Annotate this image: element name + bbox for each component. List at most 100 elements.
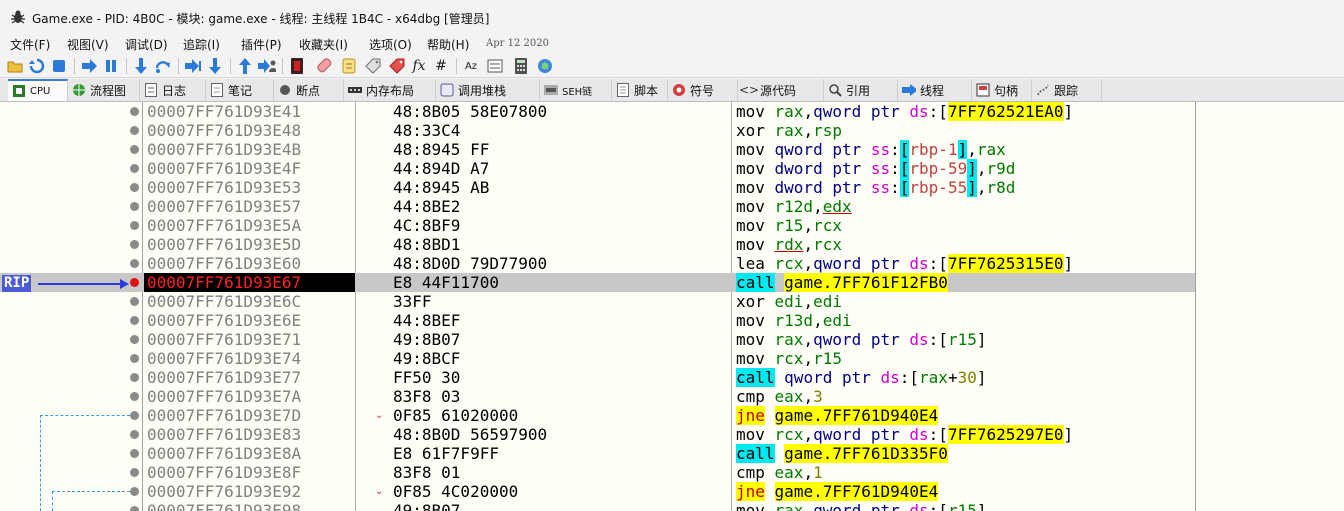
instruction-row[interactable]: 00007FF761D93E6C 33FF xor edi,edi [0, 292, 1195, 311]
breakpoint-marker[interactable] [130, 278, 139, 287]
menu-help[interactable]: 帮助(H) [427, 36, 469, 53]
step-over-icon[interactable] [154, 57, 172, 75]
instruction-address: 00007FF761D93E53 [147, 178, 302, 197]
disassembly-view[interactable]: 00007FF761D93E41 48:8B05 58E07800 mov rax,… [0, 102, 1344, 511]
menu-view[interactable]: 视图(V) [67, 36, 109, 53]
step-into-icon[interactable] [132, 57, 150, 75]
breakpoint-marker[interactable] [130, 506, 139, 511]
instruction-row[interactable]: 00007FF761D93E5D 48:8BD1 mov rdx,rcx [0, 235, 1195, 254]
breakpoint-marker[interactable] [130, 259, 139, 268]
instruction-row[interactable]: 00007FF761D93E5A 4C:8BF9 mov r15,rcx [0, 216, 1195, 235]
instruction-row[interactable]: 00007FF761D93E7D ⌄ 0F85 61020000 jne game.7… [0, 406, 1195, 425]
pause-icon[interactable] [102, 57, 120, 75]
breakpoint-marker[interactable] [130, 221, 139, 230]
breakpoint-marker[interactable] [130, 430, 139, 439]
comment-icon[interactable] [340, 57, 358, 75]
tab-log[interactable]: 日志 [140, 79, 206, 101]
trace-into-icon[interactable] [184, 57, 202, 75]
tab-script[interactable]: 脚本 [612, 79, 668, 101]
tab-label: 源代码 [760, 83, 797, 98]
instruction-disassembly: cmp eax,1 [736, 463, 823, 482]
instruction-row[interactable]: 00007FF761D93E41 48:8B05 58E07800 mov rax,… [0, 102, 1195, 121]
breakpoint-marker[interactable] [130, 468, 139, 477]
instruction-row[interactable]: 00007FF761D93E8A E8 61F7F9FF call game.7FF… [0, 444, 1195, 463]
open-icon[interactable] [6, 57, 24, 75]
instruction-row[interactable]: 00007FF761D93E77 FF50 30 call qword ptr ds… [0, 368, 1195, 387]
instruction-row[interactable]: 00007FF761D93E48 48:33C4 xor rax,rsp [0, 121, 1195, 140]
instruction-row[interactable]: 00007FF761D93E83 48:8B0D 56597900 mov rcx,… [0, 425, 1195, 444]
run-to-user-code-icon[interactable] [258, 57, 276, 75]
tab-references[interactable]: 引用 [824, 79, 898, 101]
breakpoint-marker[interactable] [130, 107, 139, 116]
tab-source[interactable]: <> 源代码 [738, 79, 824, 101]
bookmark-icon[interactable] [388, 57, 406, 75]
tab-cpu[interactable]: CPU [8, 79, 68, 101]
instruction-row[interactable]: 00007FF761D93E57 44:8BE2 mov r12d,edx [0, 197, 1195, 216]
instruction-token: game.7FF761D940E4 [774, 406, 939, 425]
breakpoint-marker[interactable] [130, 297, 139, 306]
instruction-row[interactable]: 00007FF761D93E7A 83F8 03 cmp eax,3 [0, 387, 1195, 406]
breakpoint-marker[interactable] [130, 316, 139, 325]
instruction-row[interactable]: 00007FF761D93E71 49:8B07 mov rax,qword ptr… [0, 330, 1195, 349]
instruction-row[interactable]: 00007FF761D93E8F 83F8 01 cmp eax,1 [0, 463, 1195, 482]
stop-icon[interactable] [50, 57, 68, 75]
tab-handles[interactable]: 句柄 [972, 79, 1032, 101]
breakpoint-marker[interactable] [130, 202, 139, 211]
breakpoint-marker[interactable] [130, 145, 139, 154]
tab-call-stack[interactable]: 调用堆栈 [436, 79, 540, 101]
instruction-token: , [967, 140, 977, 159]
restart-icon[interactable] [28, 57, 46, 75]
rip-arrow-line [38, 283, 126, 285]
breakpoint-marker[interactable] [130, 335, 139, 344]
tab-notes[interactable]: 笔记 [206, 79, 274, 101]
function-icon[interactable]: fx [410, 57, 428, 75]
instruction-row[interactable]: 00007FF761D93E4F 44:894D A7 mov dword ptr … [0, 159, 1195, 178]
label-icon[interactable] [364, 57, 382, 75]
tab-breakpoints[interactable]: 断点 [274, 79, 344, 101]
tab-symbols[interactable]: 符号 [668, 79, 738, 101]
help-icon[interactable] [536, 57, 554, 75]
breakpoint-marker[interactable] [130, 126, 139, 135]
tab-threads[interactable]: 线程 [898, 79, 972, 101]
instruction-row[interactable]: 00007FF761D93E53 44:8945 AB mov dword ptr … [0, 178, 1195, 197]
calculator-icon[interactable] [512, 57, 530, 75]
breakpoint-marker[interactable] [130, 449, 139, 458]
tab-trace[interactable]: 跟踪 [1032, 79, 1102, 101]
menu-plugins[interactable]: 插件(P) [241, 36, 282, 53]
instruction-row[interactable]: 00007FF761D93E92 ⌄ 0F85 4C020000 jne game.7… [0, 482, 1195, 501]
execute-till-return-icon[interactable] [236, 57, 254, 75]
run-icon[interactable] [80, 57, 98, 75]
breakpoint-marker[interactable] [130, 240, 139, 249]
tab-seh-chain[interactable]: SEH链 [540, 79, 612, 101]
menu-favourites[interactable]: 收藏夹(I) [299, 36, 348, 53]
menu-debug[interactable]: 调试(D) [125, 36, 168, 53]
tab-label: CPU [30, 85, 51, 97]
instruction-row[interactable]: 00007FF761D93E98 49:8B07 mov rax,qword ptr… [0, 501, 1195, 511]
instruction-token: :[ [928, 425, 948, 444]
hash-icon[interactable]: # [432, 57, 450, 75]
tab-memory-map[interactable]: 内存布局 [344, 79, 436, 101]
font-icon[interactable]: Az [462, 57, 480, 75]
current-instruction-row[interactable]: 00007FF761D93E67 E8 44F11700 call game.7FF… [0, 273, 1195, 292]
breakpoint-marker[interactable] [130, 373, 139, 382]
patch-icon[interactable] [316, 57, 334, 75]
breakpoint-marker[interactable] [130, 164, 139, 173]
breakpoint-marker[interactable] [130, 354, 139, 363]
strings-icon[interactable] [486, 57, 504, 75]
menu-options[interactable]: 选项(O) [369, 36, 412, 53]
breakpoint-marker[interactable] [130, 487, 139, 496]
tab-graph[interactable]: 流程图 [68, 79, 140, 101]
menu-trace[interactable]: 追踪(I) [183, 36, 220, 53]
instruction-row[interactable]: 00007FF761D93E74 49:8BCF mov rcx,r15 [0, 349, 1195, 368]
title-bar[interactable]: Game.exe - PID: 4B0C - 模块: game.exe - 线程… [0, 0, 1344, 34]
instruction-row[interactable]: 00007FF761D93E6E 44:8BEF mov r13d,edi [0, 311, 1195, 330]
menu-file[interactable]: 文件(F) [10, 36, 50, 53]
breakpoint-marker[interactable] [130, 183, 139, 192]
trace-over-icon[interactable] [206, 57, 224, 75]
breakpoint-marker[interactable] [130, 411, 139, 420]
instruction-row[interactable]: 00007FF761D93E4B 48:8945 FF mov qword ptr … [0, 140, 1195, 159]
instruction-row[interactable]: 00007FF761D93E60 48:8D0D 79D77900 lea rcx,… [0, 254, 1195, 273]
breakpoint-marker[interactable] [130, 392, 139, 401]
scylla-icon[interactable] [288, 57, 306, 75]
tab-label: 调用堆栈 [458, 83, 507, 98]
